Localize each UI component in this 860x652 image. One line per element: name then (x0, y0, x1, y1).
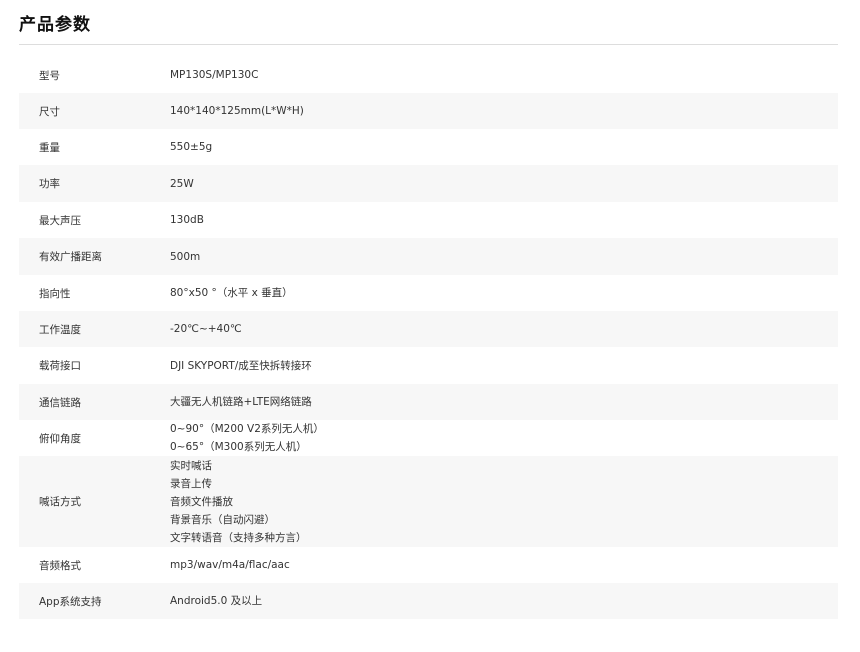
spec-label: 工作温度 (39, 323, 81, 336)
spec-row: 工作温度 -20℃~+40℃ (19, 311, 838, 347)
spec-value: 130dB (170, 211, 838, 229)
spec-value-line: 音频文件播放 (170, 495, 233, 508)
spec-value-line: 录音上传 (170, 477, 212, 490)
spec-value-line: Android5.0 及以上 (170, 595, 263, 607)
spec-value: mp3/wav/m4a/flac/aac (170, 556, 838, 574)
spec-value-line: 130dB (170, 214, 204, 226)
spec-table: 型号 MP130S/MP130C 尺寸 140*140*125mm(L*W*H) 重量 5… (19, 57, 838, 619)
spec-row: 有效广播距离 500m (19, 238, 838, 275)
spec-label: 喊话方式 (39, 496, 81, 508)
spec-value-line: 140*140*125mm(L*W*H) (170, 105, 304, 117)
spec-value-line: 80°x50 °（水平 x 垂直） (170, 287, 293, 299)
title-divider (19, 44, 838, 45)
spec-value-line: MP130S/MP130C (170, 69, 259, 81)
spec-value-line: 大疆无人机链路+LTE网络链路 (170, 396, 312, 408)
spec-value-line: 0~65°（M300系列无人机） (170, 441, 307, 453)
spec-label: 最大声压 (39, 214, 81, 227)
spec-label: 音频格式 (39, 559, 81, 572)
spec-label: 俯仰角度 (39, 432, 81, 445)
spec-label: 尺寸 (39, 105, 60, 118)
spec-label: App系统支持 (39, 595, 102, 608)
spec-value: -20℃~+40℃ (170, 320, 838, 338)
spec-row: 音频格式 mp3/wav/m4a/flac/aac (19, 547, 838, 583)
spec-row: 重量 550±5g (19, 129, 838, 165)
spec-value: 500m (170, 248, 838, 266)
spec-value: 0~90°（M200 V2系列无人机） 0~65°（M300系列无人机） (170, 420, 838, 456)
spec-label: 功率 (39, 178, 60, 190)
spec-value: MP130S/MP130C (170, 66, 838, 84)
spec-value-line: 500m (170, 250, 201, 263)
spec-row: 尺寸 140*140*125mm(L*W*H) (19, 93, 838, 129)
spec-row: 功率 25W (19, 165, 838, 202)
spec-value: 550±5g (170, 138, 838, 156)
spec-value-line: 背景音乐（自动闪避） (170, 513, 275, 526)
spec-label: 型号 (39, 69, 60, 82)
spec-value-line: 文字转语音（支持多种方言） (170, 531, 307, 544)
spec-value-line: 25W (170, 177, 194, 190)
spec-value: 25W (170, 175, 838, 193)
spec-row: 最大声压 130dB (19, 202, 838, 238)
spec-value: DJI SKYPORT/成至快拆转接环 (170, 357, 838, 375)
spec-row: 载荷接口 DJI SKYPORT/成至快拆转接环 (19, 347, 838, 384)
spec-label: 通信链路 (39, 396, 81, 409)
spec-label: 载荷接口 (39, 360, 81, 372)
spec-row: 型号 MP130S/MP130C (19, 57, 838, 93)
spec-row: 指向性 80°x50 °（水平 x 垂直） (19, 275, 838, 311)
spec-value-line: 550±5g (170, 141, 213, 153)
spec-value-line: mp3/wav/m4a/flac/aac (170, 559, 290, 571)
spec-row: 喊话方式 实时喊话录音上传音频文件播放背景音乐（自动闪避） 文字转语音（支持多种方言… (19, 456, 838, 547)
spec-value-line: DJI SKYPORT/成至快拆转接环 (170, 359, 312, 372)
spec-label: 有效广播距离 (39, 251, 102, 263)
spec-value: Android5.0 及以上 (170, 592, 838, 610)
spec-value-line: -20℃~+40℃ (170, 323, 242, 335)
spec-value: 实时喊话录音上传音频文件播放背景音乐（自动闪避） 文字转语音（支持多种方言） (170, 457, 838, 547)
page: 产品参数 型号 MP130S/MP130C 尺寸 140*140*125mm(L*W*… (0, 0, 860, 652)
spec-label: 指向性 (39, 287, 71, 300)
spec-row: App系统支持 Android5.0 及以上 (19, 583, 838, 619)
spec-value-line: 实时喊话 (170, 459, 212, 472)
spec-value: 140*140*125mm(L*W*H) (170, 102, 838, 120)
spec-value-line: 0~90°（M200 V2系列无人机） (170, 423, 324, 435)
spec-label: 重量 (39, 141, 60, 154)
spec-row: 俯仰角度 0~90°（M200 V2系列无人机） 0~65°（M300系列无人机） (19, 420, 838, 456)
spec-value: 大疆无人机链路+LTE网络链路 (170, 393, 838, 411)
spec-value: 80°x50 °（水平 x 垂直） (170, 284, 838, 302)
page-title: 产品参数 (19, 15, 91, 35)
spec-row: 通信链路 大疆无人机链路+LTE网络链路 (19, 384, 838, 420)
